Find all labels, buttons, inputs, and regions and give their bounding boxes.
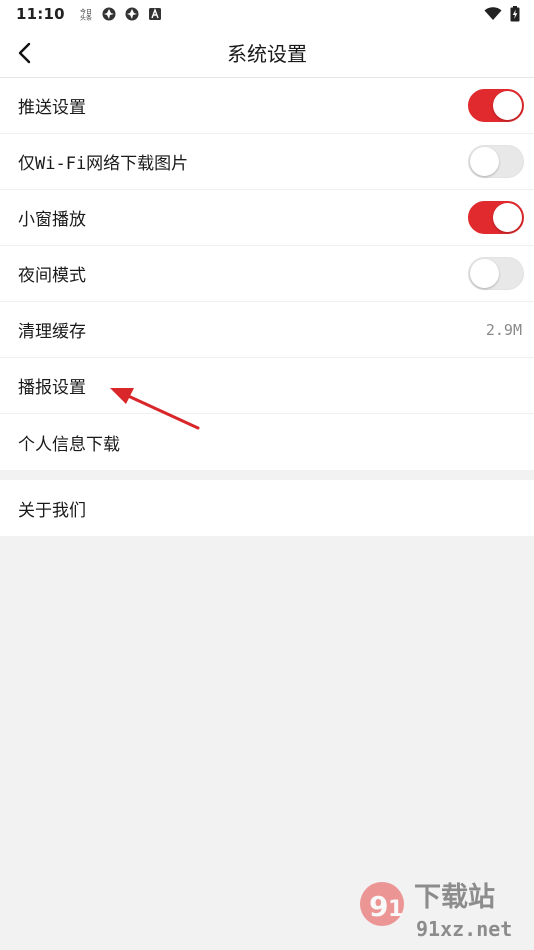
setting-row-about-us[interactable]: 关于我们 — [0, 480, 534, 536]
status-icons-left: 今日 头条 — [79, 7, 162, 21]
watermark-url: 91xz.net — [416, 917, 512, 941]
app-shutter-icon — [125, 7, 139, 21]
setting-row-mini-window[interactable]: 小窗播放 — [0, 190, 534, 246]
status-time: 11:10 — [16, 5, 65, 23]
notification-glyph-icon: 今日 头条 — [80, 8, 92, 21]
settings-group-about: 关于我们 — [0, 480, 534, 536]
setting-label: 仅Wi-Fi网络下载图片 — [18, 154, 189, 174]
setting-label: 推送设置 — [18, 98, 86, 118]
status-icons-right — [484, 6, 520, 22]
mini-window-toggle[interactable] — [468, 201, 524, 234]
svg-text:1: 1 — [388, 897, 403, 922]
setting-row-clear-cache[interactable]: 清理缓存 2.9M — [0, 302, 534, 358]
app-shutter-icon — [102, 7, 116, 21]
setting-row-push[interactable]: 推送设置 — [0, 78, 534, 134]
setting-label: 播报设置 — [18, 378, 86, 398]
setting-label: 清理缓存 — [18, 322, 86, 342]
svg-text:头条: 头条 — [80, 14, 92, 21]
toggle-knob — [470, 259, 499, 288]
battery-charging-icon — [510, 6, 520, 22]
app-header: 系统设置 — [0, 28, 534, 78]
setting-label: 关于我们 — [18, 500, 86, 521]
setting-row-night-mode[interactable]: 夜间模式 — [0, 246, 534, 302]
night-mode-toggle[interactable] — [468, 257, 524, 290]
svg-text:9: 9 — [369, 890, 388, 923]
setting-label: 夜间模式 — [18, 266, 86, 286]
setting-label: 小窗播放 — [18, 210, 86, 230]
toggle-knob — [493, 91, 522, 120]
setting-row-broadcast[interactable]: 播报设置 — [0, 358, 534, 414]
page-title: 系统设置 — [227, 42, 307, 66]
settings-group-main: 推送设置 仅Wi-Fi网络下载图片 小窗播放 夜间模式 清理缓存 2.9M 播报… — [0, 78, 534, 470]
a-box-icon — [148, 8, 161, 20]
toggle-knob — [470, 147, 499, 176]
wifi-images-toggle[interactable] — [468, 145, 524, 178]
site-watermark: 9 1 下载站 91xz.net — [360, 882, 512, 941]
push-toggle[interactable] — [468, 89, 524, 122]
setting-row-wifi-images[interactable]: 仅Wi-Fi网络下载图片 — [0, 134, 534, 190]
watermark-brand: 下载站 — [414, 882, 495, 913]
status-bar: 11:10 今日 头条 — [0, 0, 534, 28]
wifi-icon — [484, 7, 502, 20]
chevron-left-icon — [18, 42, 31, 64]
setting-label: 个人信息下载 — [18, 434, 120, 455]
setting-row-personal-info-download[interactable]: 个人信息下载 — [0, 414, 534, 470]
cache-size-value: 2.9M — [485, 320, 522, 339]
back-button[interactable] — [8, 36, 42, 70]
toggle-knob — [493, 203, 522, 232]
